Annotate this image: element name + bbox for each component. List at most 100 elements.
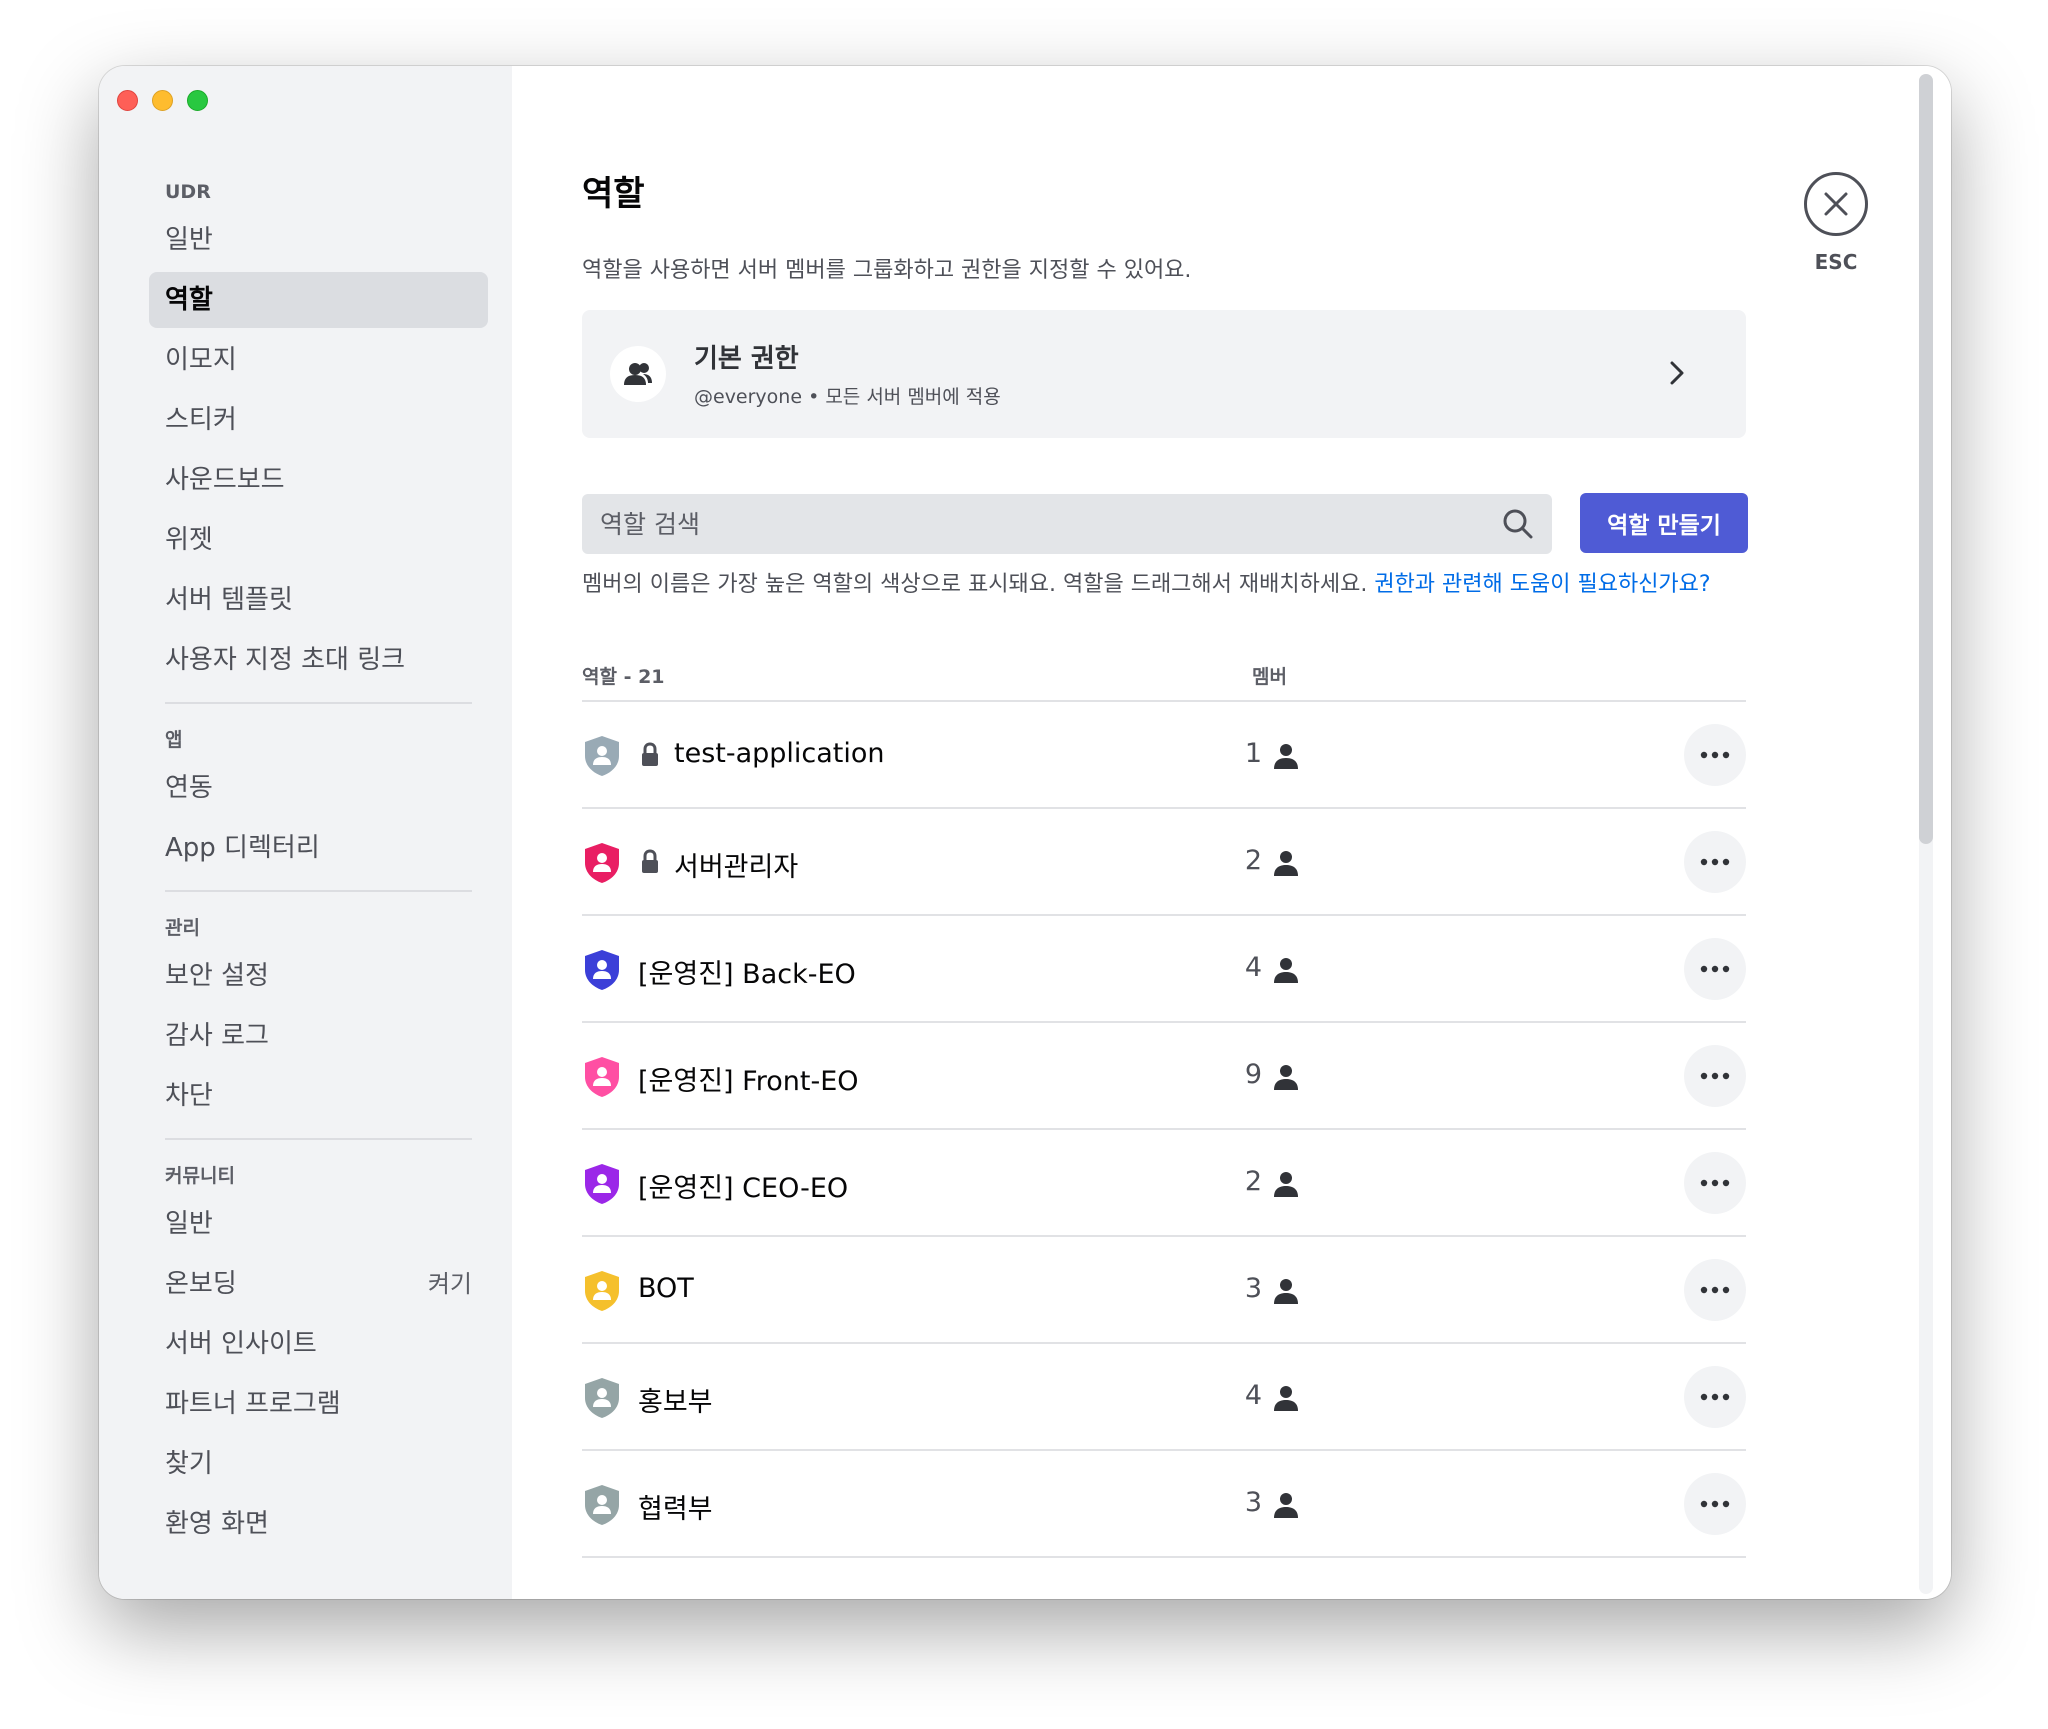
role-name: 홍보부: [638, 1387, 713, 1418]
scrollbar[interactable]: [1919, 74, 1933, 1594]
more-options-button[interactable]: [1684, 1259, 1746, 1321]
role-row[interactable]: 홍보부 4: [582, 1344, 1746, 1451]
role-row[interactable]: [운영진] Back-EO 4: [582, 916, 1746, 1023]
more-options-button[interactable]: [1684, 1473, 1746, 1535]
sidebar-item-label: 온보딩: [165, 1269, 237, 1299]
role-shield-icon: [582, 734, 622, 778]
roles-list: test-application 1 서버관리자 2 [운영진] Back-EO 4: [582, 702, 1746, 1558]
more-options-button[interactable]: [1684, 724, 1746, 786]
role-member-count: 9: [1244, 1059, 1262, 1090]
person-icon: [1272, 742, 1300, 770]
sidebar-item[interactable]: 온보딩 켜기: [149, 1256, 488, 1312]
sidebar-item[interactable]: 보안 설정: [149, 948, 488, 1004]
person-icon: [1272, 1384, 1300, 1412]
more-options-button[interactable]: [1684, 831, 1746, 893]
sidebar-item-label: 사용자 지정 초대 링크: [165, 645, 406, 675]
more-icon: [1700, 1072, 1730, 1080]
role-shield-icon: [582, 948, 622, 992]
more-options-button[interactable]: [1684, 938, 1746, 1000]
sidebar-item[interactable]: 일반: [149, 1196, 488, 1252]
close-button[interactable]: [1804, 172, 1868, 236]
sidebar-item-label: 일반: [165, 1209, 213, 1239]
sidebar-item[interactable]: 파트너 프로그램: [149, 1376, 488, 1432]
role-search: [582, 494, 1552, 554]
more-options-button[interactable]: [1684, 1152, 1746, 1214]
settings-sidebar: UDR 일반 역할 이모지 스티커 사운드보드 위젯 서버 템플릿 사용자 지정 초대 링크 앱 연…: [99, 66, 512, 1599]
maximize-window-button[interactable]: [187, 90, 208, 111]
more-options-button[interactable]: [1684, 1366, 1746, 1428]
person-icon: [1272, 1277, 1300, 1305]
role-row[interactable]: test-application 1: [582, 702, 1746, 809]
more-icon: [1700, 1393, 1730, 1401]
sidebar-item[interactable]: 일반: [149, 212, 488, 268]
role-member-count: 2: [1244, 845, 1262, 876]
esc-label: ESC: [1814, 250, 1858, 274]
sidebar-item[interactable]: 역할: [149, 272, 488, 328]
role-search-input[interactable]: [582, 494, 1552, 554]
role-name: [운영진] Back-EO: [638, 959, 856, 990]
more-options-button[interactable]: [1684, 1045, 1746, 1107]
members-icon: [610, 346, 666, 402]
default-permissions-card[interactable]: 기본 권한 @everyone • 모든 서버 멤버에 적용: [582, 310, 1746, 438]
role-row[interactable]: [운영진] CEO-EO 2: [582, 1130, 1746, 1237]
role-row[interactable]: 협력부 3: [582, 1451, 1746, 1558]
sidebar-item-label: 이모지: [165, 345, 237, 375]
roles-table-header: 역할 - 21 멤버: [582, 656, 1746, 702]
role-member-count: 1: [1244, 738, 1262, 769]
sidebar-item-label: 감사 로그: [165, 1021, 269, 1051]
create-role-button[interactable]: 역할 만들기: [1580, 493, 1748, 553]
sidebar-item[interactable]: 사운드보드: [149, 452, 488, 508]
role-name: [운영진] CEO-EO: [638, 1173, 849, 1204]
sidebar-item[interactable]: 차단: [149, 1068, 488, 1124]
scrollbar-thumb[interactable]: [1919, 74, 1933, 844]
sidebar-item[interactable]: 찾기: [149, 1436, 488, 1492]
role-member-count: 4: [1244, 1380, 1262, 1411]
close-icon: [1824, 192, 1848, 216]
lock-icon: [640, 742, 660, 768]
chevron-right-icon: [1668, 360, 1686, 390]
role-name: BOT: [638, 1273, 694, 1304]
role-member-count: 3: [1244, 1273, 1262, 1304]
sidebar-item-label: 찾기: [165, 1449, 213, 1479]
members-header: 멤버: [1252, 666, 1287, 688]
content-area: 역할 역할을 사용하면 서버 멤버를 그룹화하고 권한을 지정할 수 있어요. …: [512, 66, 1951, 1599]
more-icon: [1700, 751, 1730, 759]
sidebar-item[interactable]: 서버 인사이트: [149, 1316, 488, 1372]
sidebar-item-label: 역할: [165, 285, 213, 315]
sidebar-item-label: 차단: [165, 1081, 213, 1111]
more-icon: [1700, 965, 1730, 973]
sidebar-section-header: 커뮤니티: [165, 1165, 235, 1187]
sidebar-item[interactable]: 환영 화면: [149, 1496, 488, 1552]
search-icon: [1502, 508, 1534, 544]
sidebar-item[interactable]: 스티커: [149, 392, 488, 448]
role-name: [운영진] Front-EO: [638, 1066, 859, 1097]
sidebar-item-label: 보안 설정: [165, 961, 269, 991]
sidebar-item[interactable]: 위젯: [149, 512, 488, 568]
default-permissions-title: 기본 권한: [694, 344, 799, 374]
role-row[interactable]: 서버관리자 2: [582, 809, 1746, 916]
sidebar-section-header: 관리: [165, 917, 200, 939]
sidebar-item[interactable]: 서버 템플릿: [149, 572, 488, 628]
help-text: 멤버의 이름은 가장 높은 역할의 색상으로 표시돼요. 역할을 드래그해서 재…: [582, 566, 1711, 598]
person-icon: [1272, 1063, 1300, 1091]
sidebar-item[interactable]: 이모지: [149, 332, 488, 388]
sidebar-divider: [165, 702, 472, 704]
help-link[interactable]: 권한과 관련해 도움이 필요하신가요?: [1374, 572, 1710, 597]
sidebar-item[interactable]: App 디렉터리: [149, 820, 488, 876]
role-member-count: 2: [1244, 1166, 1262, 1197]
window-controls: [117, 90, 208, 111]
role-shield-icon: [582, 841, 622, 885]
sidebar-item[interactable]: 연동: [149, 760, 488, 816]
role-member-count: 4: [1244, 952, 1262, 983]
role-row[interactable]: BOT 3: [582, 1237, 1746, 1344]
sidebar-item[interactable]: 감사 로그: [149, 1008, 488, 1064]
default-permissions-subtitle: @everyone • 모든 서버 멤버에 적용: [694, 386, 1001, 408]
sidebar-item[interactable]: 사용자 지정 초대 링크: [149, 632, 488, 688]
minimize-window-button[interactable]: [152, 90, 173, 111]
sidebar-item-label: 파트너 프로그램: [165, 1389, 341, 1419]
sidebar-divider: [165, 1138, 472, 1140]
close-window-button[interactable]: [117, 90, 138, 111]
page-description: 역할을 사용하면 서버 멤버를 그룹화하고 권한을 지정할 수 있어요.: [582, 258, 1192, 283]
role-shield-icon: [582, 1055, 622, 1099]
role-row[interactable]: [운영진] Front-EO 9: [582, 1023, 1746, 1130]
